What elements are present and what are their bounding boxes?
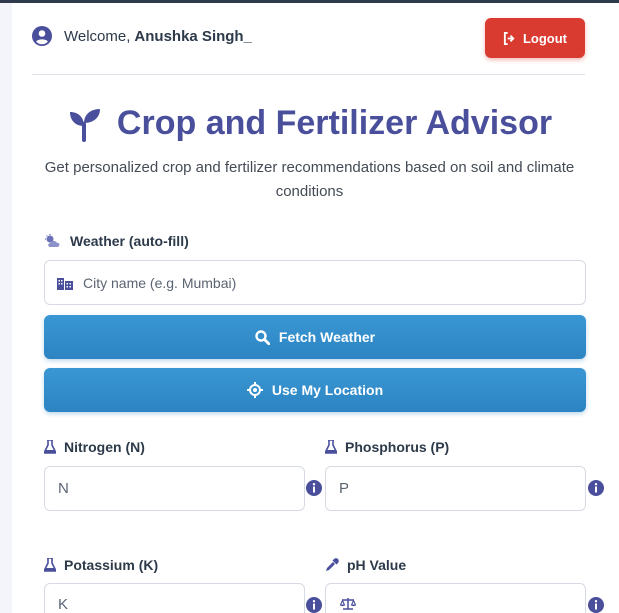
potassium-input[interactable]: K <box>44 583 305 613</box>
city-placeholder: City name (e.g. Mumbai) <box>83 274 237 291</box>
ph-input[interactable] <box>325 583 586 613</box>
potassium-label: Potassium (K) <box>44 557 158 573</box>
nitrogen-label: Nitrogen (N) <box>44 439 145 455</box>
use-location-button[interactable]: Use My Location <box>44 368 586 412</box>
page-title: Crop and Fertilizer Advisor <box>0 104 619 143</box>
balance-scale-icon <box>340 598 356 610</box>
phosphorus-info-icon[interactable] <box>588 480 604 496</box>
potassium-info-icon[interactable] <box>306 597 322 613</box>
weather-label: Weather (auto-fill) <box>70 233 189 249</box>
main-card <box>12 3 619 613</box>
logout-button[interactable]: Logout <box>485 18 585 58</box>
title-text: Crop and Fertilizer Advisor <box>116 104 553 142</box>
potassium-label-text: Potassium (K) <box>64 557 159 573</box>
phosphorus-label-text: Phosphorus (P) <box>345 439 450 455</box>
cloud-sun-icon <box>45 234 60 247</box>
use-location-label: Use My Location <box>271 382 384 398</box>
location-crosshairs-icon <box>246 382 263 398</box>
welcome-message: Welcome, Anushka Singh_ <box>32 26 252 46</box>
nitrogen-info-icon[interactable] <box>306 480 322 496</box>
logout-label: Logout <box>522 30 568 46</box>
header: Welcome, Anushka Singh_ Logout <box>32 18 585 58</box>
phosphorus-placeholder: P <box>339 480 350 497</box>
phosphorus-input[interactable]: P <box>325 466 586 511</box>
user-circle-icon <box>32 26 52 46</box>
welcome-prefix: Welcome, <box>64 27 131 45</box>
flask-icon <box>44 440 56 454</box>
nitrogen-input[interactable]: N <box>44 466 305 511</box>
flask-icon <box>325 440 337 454</box>
seedling-icon <box>69 108 100 142</box>
ph-label: pH Value <box>325 557 406 573</box>
ph-label-text: pH Value <box>347 557 407 573</box>
logout-icon <box>503 31 515 45</box>
nitrogen-placeholder: N <box>58 480 69 497</box>
nitrogen-label-text: Nitrogen (N) <box>64 439 145 455</box>
page-subtitle: Get personalized crop and fertilizer rec… <box>44 159 575 200</box>
ph-info-icon[interactable] <box>588 597 604 613</box>
city-input[interactable]: City name (e.g. Mumbai) <box>44 260 586 305</box>
eyedropper-icon <box>326 558 339 571</box>
flask-icon <box>44 558 56 572</box>
search-icon <box>255 329 270 345</box>
fetch-weather-label: Fetch Weather <box>278 329 376 345</box>
user-name: Anushka Singh_ <box>134 27 252 45</box>
header-divider <box>32 74 585 75</box>
weather-section-label: Weather (auto-fill) <box>44 233 189 249</box>
fetch-weather-button[interactable]: Fetch Weather <box>44 315 586 359</box>
potassium-placeholder: K <box>58 596 69 613</box>
city-icon <box>57 277 73 290</box>
phosphorus-label: Phosphorus (P) <box>325 439 449 455</box>
